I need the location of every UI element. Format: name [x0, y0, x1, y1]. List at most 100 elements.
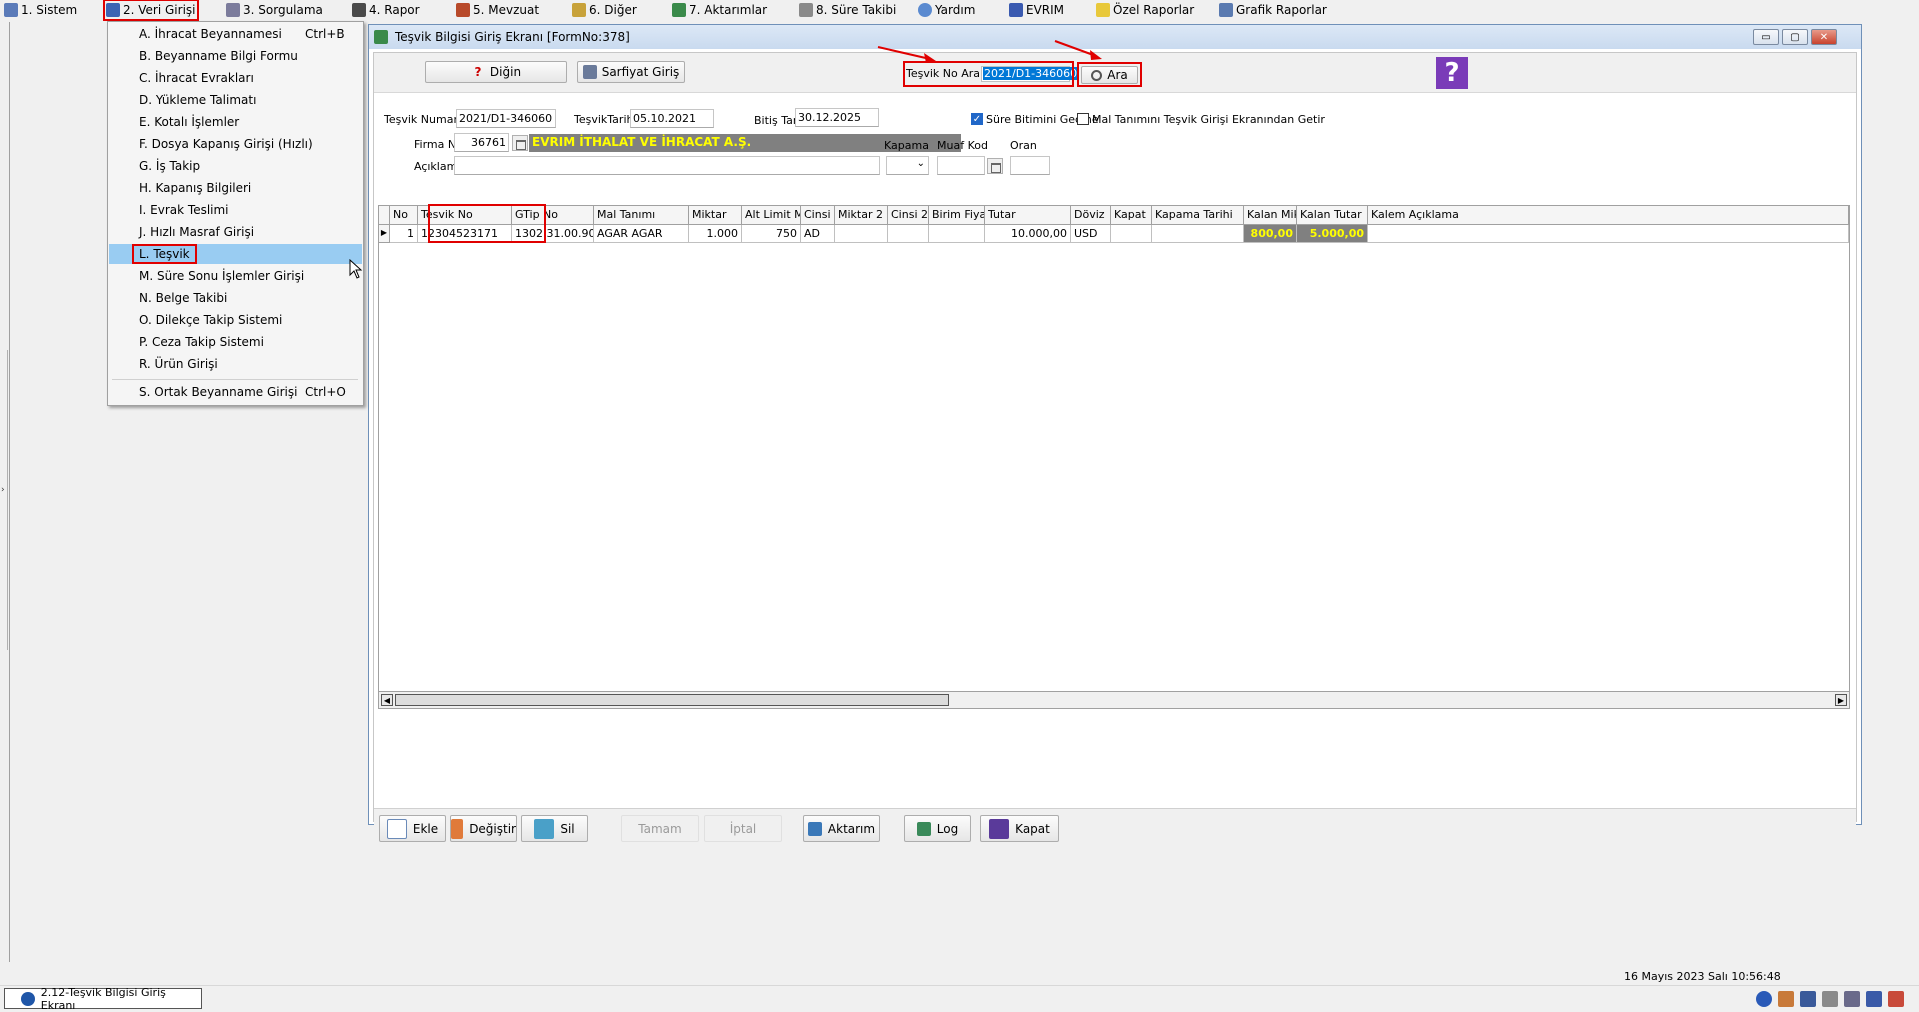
col-header[interactable]: Kalem Açıklama	[1368, 206, 1849, 225]
menu-aktarimlar[interactable]: 7. Aktarımlar	[672, 2, 767, 18]
muaf-kod-field[interactable]	[937, 156, 985, 175]
sil-button[interactable]: Sil	[521, 815, 588, 842]
menu-item-dosya-kapanis[interactable]: F. Dosya Kapanış Girişi (Hızlı)	[109, 134, 362, 154]
menu-sure-takibi[interactable]: 8. Süre Takibi	[799, 2, 896, 18]
table-cell[interactable]: AD	[801, 225, 835, 243]
menu-sorgulama[interactable]: 3. Sorgulama	[226, 2, 323, 18]
minimize-button[interactable]: ▭	[1753, 29, 1779, 45]
menu-rapor[interactable]: 4. Rapor	[352, 2, 420, 18]
col-header[interactable]: Tutar	[985, 206, 1071, 225]
menu-mevzuat[interactable]: 5. Mevzuat	[456, 2, 539, 18]
col-header[interactable]: Kapama Tarihi	[1152, 206, 1244, 225]
menu-ozel-raporlar[interactable]: Özel Raporlar	[1096, 2, 1194, 18]
menu-item-kapanis-bilgileri[interactable]: H. Kapanış Bilgileri	[109, 178, 362, 198]
menu-item-urun-girisi[interactable]: R. Ürün Girişi	[109, 354, 362, 374]
table-cell[interactable]	[888, 225, 929, 243]
menu-item-beyanname-bilgi-formu[interactable]: B. Beyanname Bilgi Formu	[109, 46, 362, 66]
table-cell[interactable]	[1111, 225, 1152, 243]
help-tray-icon[interactable]	[1756, 991, 1772, 1007]
save-tray-icon[interactable]	[1866, 991, 1882, 1007]
aciklama-field[interactable]	[454, 156, 880, 175]
maximize-button[interactable]: ▢	[1782, 29, 1808, 45]
ekle-button[interactable]: Ekle	[379, 815, 446, 842]
menu-item-kotali-islemler[interactable]: E. Kotalı İşlemler	[109, 112, 362, 132]
log-button[interactable]: Log	[904, 815, 971, 842]
menu-sistem[interactable]: 1. Sistem	[4, 2, 77, 18]
iptal-button[interactable]: İptal	[704, 815, 782, 842]
col-header[interactable]: Mal Tanımı	[594, 206, 689, 225]
degistir-button[interactable]: Değiştir	[450, 815, 517, 842]
menu-item-ortak-beyanname[interactable]: S. Ortak Beyanname Girişi Ctrl+O	[109, 382, 362, 402]
menu-diger[interactable]: 6. Diğer	[572, 2, 637, 18]
firma-no-field[interactable]: 36761	[454, 133, 509, 152]
table-cell[interactable]	[929, 225, 985, 243]
table-cell[interactable]: 1.000	[689, 225, 742, 243]
bitis-tarihi-field[interactable]: 30.12.2025	[795, 108, 879, 127]
table-cell[interactable]	[1368, 225, 1849, 243]
table-cell[interactable]	[1152, 225, 1244, 243]
table-cell[interactable]: AGAR AGAR	[594, 225, 689, 243]
mal-tanimini-checkbox[interactable]	[1077, 113, 1089, 125]
muaf-kod-lookup-icon[interactable]	[987, 158, 1003, 174]
col-header[interactable]: Miktar 2	[835, 206, 888, 225]
col-header[interactable]: Alt Limit Miktar	[742, 206, 801, 225]
menu-grafik-raporlar[interactable]: Grafik Raporlar	[1219, 2, 1327, 18]
sure-bitimini-checkbox[interactable]: ✓	[971, 113, 983, 125]
kapama-select[interactable]: ⌄	[886, 156, 929, 175]
menu-yardim[interactable]: Yardım	[918, 2, 975, 18]
search-tray-icon[interactable]	[1822, 991, 1838, 1007]
table-cell[interactable]: USD	[1071, 225, 1111, 243]
col-header[interactable]: Kalan Miktar	[1244, 206, 1297, 225]
table-cell[interactable]: 800,00	[1244, 225, 1297, 243]
col-header[interactable]: Döviz	[1071, 206, 1111, 225]
col-header[interactable]: Miktar	[689, 206, 742, 225]
tesvik-tarihi-field[interactable]: 05.10.2021	[630, 109, 714, 128]
menu-veri-girisi[interactable]: 2. Veri Girişi	[103, 0, 199, 21]
menu-item-evrak-teslimi[interactable]: I. Evrak Teslimi	[109, 200, 362, 220]
kapat-button[interactable]: Kapat	[980, 815, 1059, 842]
col-header[interactable]: Kalan Tutar	[1297, 206, 1368, 225]
users-tray-icon[interactable]	[1778, 991, 1794, 1007]
tesvik-numarasi-field[interactable]: 2021/D1-346060	[456, 109, 556, 128]
table-cell[interactable]: 5.000,00	[1297, 225, 1368, 243]
aktarim-button[interactable]: Aktarım	[803, 815, 880, 842]
close-button[interactable]: ✕	[1811, 29, 1837, 45]
scroll-thumb[interactable]	[395, 694, 949, 706]
exit-tray-icon[interactable]	[1888, 991, 1904, 1007]
menu-item-tesvik[interactable]: L. Teşvik	[109, 244, 362, 264]
menu-evrim[interactable]: EVRIM	[1009, 2, 1064, 18]
menu-item-sure-sonu[interactable]: M. Süre Sonu İşlemler Girişi	[109, 266, 362, 286]
zoom-tray-icon[interactable]	[1844, 991, 1860, 1007]
scroll-left-icon[interactable]: ◀	[381, 694, 393, 706]
col-header[interactable]: Cinsi 2	[888, 206, 929, 225]
top-toolbar: ? Diğin Sarfiyat Giriş Teşvik No Ara 2021…	[374, 53, 1856, 93]
table-cell[interactable]: 750	[742, 225, 801, 243]
tamam-button[interactable]: Tamam	[621, 815, 699, 842]
col-header[interactable]: Kapat	[1111, 206, 1152, 225]
task-button-tesvik[interactable]: 2.12-Teşvik Bilgisi Giriş Ekranı	[4, 986, 202, 1012]
menu-item-ceza-takip[interactable]: P. Ceza Takip Sistemi	[109, 332, 362, 352]
left-splitter[interactable]	[0, 350, 8, 650]
table-cell[interactable]: 1	[390, 225, 418, 243]
col-header[interactable]: Cinsi	[801, 206, 835, 225]
menu-item-belge-takibi[interactable]: N. Belge Takibi	[109, 288, 362, 308]
menu-item-hizli-masraf[interactable]: J. Hızlı Masraf Girişi	[109, 222, 362, 242]
menu-item-ihracat-evraklari[interactable]: C. İhracat Evrakları	[109, 68, 362, 88]
menu-item-yukleme-talimati[interactable]: D. Yükleme Talimatı	[109, 90, 362, 110]
horizontal-scrollbar[interactable]: ◀ ▶	[378, 691, 1850, 709]
oran-field[interactable]	[1010, 156, 1050, 175]
scroll-right-icon[interactable]: ▶	[1835, 694, 1847, 706]
sarfiyat-giris-button[interactable]: Sarfiyat Giriş	[577, 61, 685, 83]
menu-item-is-takip[interactable]: G. İş Takip	[109, 156, 362, 176]
transfer-icon	[672, 3, 686, 17]
table-cell[interactable]	[835, 225, 888, 243]
col-header[interactable]: Birim Fiyat	[929, 206, 985, 225]
print-tray-icon[interactable]	[1800, 991, 1816, 1007]
firma-lookup-icon[interactable]	[512, 135, 528, 151]
help-button[interactable]: ?	[1436, 57, 1468, 89]
col-header[interactable]: No	[390, 206, 418, 225]
menu-item-dilekce-takip[interactable]: O. Dilekçe Takip Sistemi	[109, 310, 362, 330]
table-cell[interactable]: 10.000,00	[985, 225, 1071, 243]
digin-button[interactable]: ? Diğin	[425, 61, 567, 83]
menu-item-ihracat-beyannamesi[interactable]: A. İhracat Beyannamesi Ctrl+B	[109, 24, 362, 44]
